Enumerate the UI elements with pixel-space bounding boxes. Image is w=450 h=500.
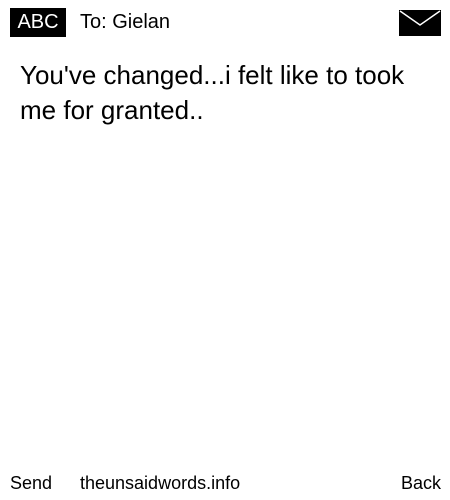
message-body[interactable]: You've changed...i felt like to took me … (20, 58, 430, 128)
input-mode-badge: ABC (10, 8, 66, 37)
envelope-icon (399, 10, 441, 36)
back-button[interactable]: Back (401, 472, 441, 494)
send-button[interactable]: Send (10, 472, 52, 494)
softkey-bar: Send theunsaidwords.info Back (10, 472, 441, 494)
recipient-field[interactable]: To: Gielan (80, 8, 170, 37)
message-header: ABC To: Gielan (10, 8, 441, 37)
site-link[interactable]: theunsaidwords.info (80, 472, 240, 494)
